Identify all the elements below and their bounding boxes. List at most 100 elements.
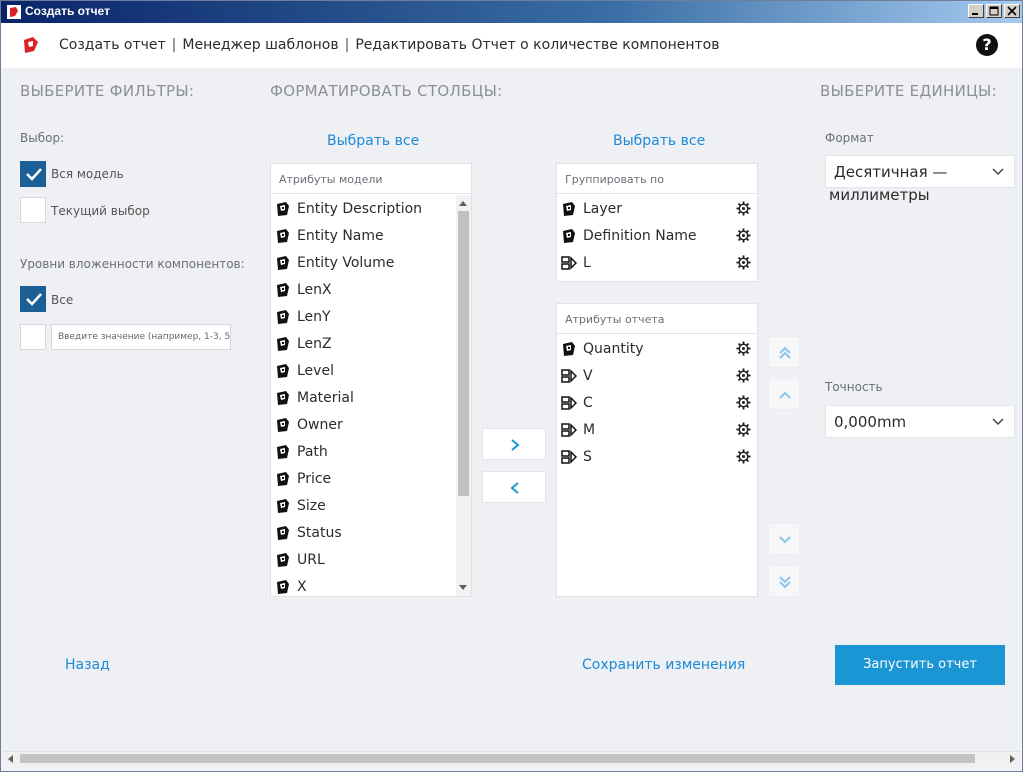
columns-title: ФОРМАТИРОВАТЬ СТОЛБЦЫ: (270, 82, 503, 100)
double-chevron-down-icon (779, 576, 791, 589)
sketchup-icon (277, 309, 289, 324)
chevron-right-icon (511, 439, 520, 451)
maximize-icon (989, 6, 999, 16)
list-item[interactable]: LenY (271, 303, 471, 330)
precision-select[interactable]: 0,000mm (825, 405, 1015, 438)
gear-icon[interactable] (736, 255, 751, 270)
sketchup-icon (277, 336, 289, 351)
nesting-levels-label: Уровни вложенности компонентов: (20, 257, 245, 271)
sketchup-icon (277, 255, 289, 270)
list-item[interactable]: Layer (557, 195, 757, 222)
list-item[interactable]: M (557, 416, 757, 443)
list-item[interactable]: Entity Description (271, 195, 471, 222)
list-item-label: Path (297, 443, 328, 460)
list-item[interactable]: Price (271, 465, 471, 492)
list-item[interactable]: Material (271, 384, 471, 411)
list-item[interactable]: L (557, 249, 757, 276)
window-horizontal-scrollbar[interactable] (3, 751, 1020, 765)
nesting-levels-input[interactable]: Введите значение (например, 1-3, 5 (51, 324, 231, 350)
list-item[interactable]: URL (271, 546, 471, 573)
help-icon[interactable]: ? (976, 34, 998, 56)
list-item[interactable]: LenZ (271, 330, 471, 357)
save-changes-link[interactable]: Сохранить изменения (582, 657, 745, 673)
scroll-left-arrow-icon[interactable] (8, 755, 13, 763)
report-attributes-list: Quantity V C M S (557, 335, 757, 596)
list-item-label: Entity Name (297, 227, 384, 244)
list-item[interactable]: S (557, 443, 757, 470)
close-button[interactable] (1004, 4, 1020, 18)
list-item[interactable]: C (557, 389, 757, 416)
format-select[interactable]: Десятичная — (825, 155, 1015, 188)
list-item[interactable]: Definition Name (557, 222, 757, 249)
list-item-label: L (583, 254, 591, 271)
list-item-label: X (297, 578, 307, 595)
scroll-down-arrow-icon[interactable] (459, 585, 467, 590)
select-all-report-attributes-link[interactable]: Выбрать все (613, 133, 705, 149)
select-all-model-attributes-link[interactable]: Выбрать все (327, 133, 419, 149)
dynamic-attribute-icon (561, 422, 577, 437)
list-item[interactable]: Entity Volume (271, 249, 471, 276)
list-item[interactable]: Path (271, 438, 471, 465)
breadcrumb-create-report[interactable]: Создать отчет (59, 37, 166, 53)
list-item[interactable]: Quantity (557, 335, 757, 362)
maximize-button[interactable] (986, 4, 1002, 18)
whole-model-checkbox[interactable] (20, 161, 46, 187)
breadcrumb-separator: | (344, 37, 350, 53)
list-item[interactable]: V (557, 362, 757, 389)
gear-icon[interactable] (736, 368, 751, 383)
list-item-label: S (583, 448, 592, 465)
list-item-label: Quantity (583, 340, 644, 357)
list-item[interactable]: Status (271, 519, 471, 546)
list-item-label: LenZ (297, 335, 332, 352)
window-controls (968, 4, 1020, 18)
list-item-label: Layer (583, 200, 623, 217)
gear-icon[interactable] (736, 395, 751, 410)
dynamic-attribute-icon (561, 255, 577, 270)
list-item-label: Size (297, 497, 326, 514)
list-item-label: URL (297, 551, 325, 568)
breadcrumb-edit-report: Редактировать Отчет о количестве компоне… (355, 37, 720, 53)
current-selection-checkbox[interactable] (20, 197, 46, 223)
custom-levels-checkbox[interactable] (20, 324, 46, 350)
list-item[interactable]: Size (271, 492, 471, 519)
breadcrumb-template-manager[interactable]: Менеджер шаблонов (182, 37, 338, 53)
gear-icon[interactable] (736, 422, 751, 437)
scroll-thumb[interactable] (458, 211, 469, 496)
scroll-right-arrow-icon[interactable] (1010, 755, 1015, 763)
chevron-down-icon (992, 418, 1004, 426)
back-link[interactable]: Назад (65, 657, 110, 673)
gear-icon[interactable] (736, 341, 751, 356)
gear-icon[interactable] (736, 449, 751, 464)
app-header: Создать отчет | Менеджер шаблонов | Реда… (1, 23, 1022, 68)
move-to-top-button[interactable] (768, 336, 800, 368)
list-item[interactable]: Owner (271, 411, 471, 438)
format-select-value: Десятичная — (834, 163, 948, 181)
list-item[interactable]: X (271, 573, 471, 596)
scroll-thumb[interactable] (20, 754, 975, 763)
sketchup-icon (277, 390, 289, 405)
breadcrumb-separator: | (171, 37, 177, 53)
remove-attribute-button[interactable] (482, 471, 546, 503)
gear-icon[interactable] (736, 228, 751, 243)
scroll-up-arrow-icon[interactable] (459, 201, 467, 206)
window-title: Создать отчет (25, 4, 110, 18)
list-item[interactable]: Entity Name (271, 222, 471, 249)
move-up-button[interactable] (768, 378, 800, 410)
all-levels-checkbox[interactable] (20, 286, 46, 312)
minimize-button[interactable] (968, 4, 984, 18)
sketchup-icon (563, 341, 575, 356)
move-down-button[interactable] (768, 523, 800, 555)
run-report-button[interactable]: Запустить отчет (835, 645, 1005, 685)
group-by-list: Layer Definition Name L (557, 195, 757, 281)
sketchup-icon (277, 552, 289, 567)
checkmark-icon (26, 293, 42, 306)
list-item[interactable]: LenX (271, 276, 471, 303)
list-item-label: Owner (297, 416, 343, 433)
list-item[interactable]: Level (271, 357, 471, 384)
group-by-header: Группировать по (557, 164, 757, 194)
add-attribute-button[interactable] (482, 428, 546, 460)
model-attributes-scrollbar[interactable] (456, 195, 471, 596)
move-to-bottom-button[interactable] (768, 565, 800, 597)
precision-select-value: 0,000mm (834, 413, 907, 431)
gear-icon[interactable] (736, 201, 751, 216)
